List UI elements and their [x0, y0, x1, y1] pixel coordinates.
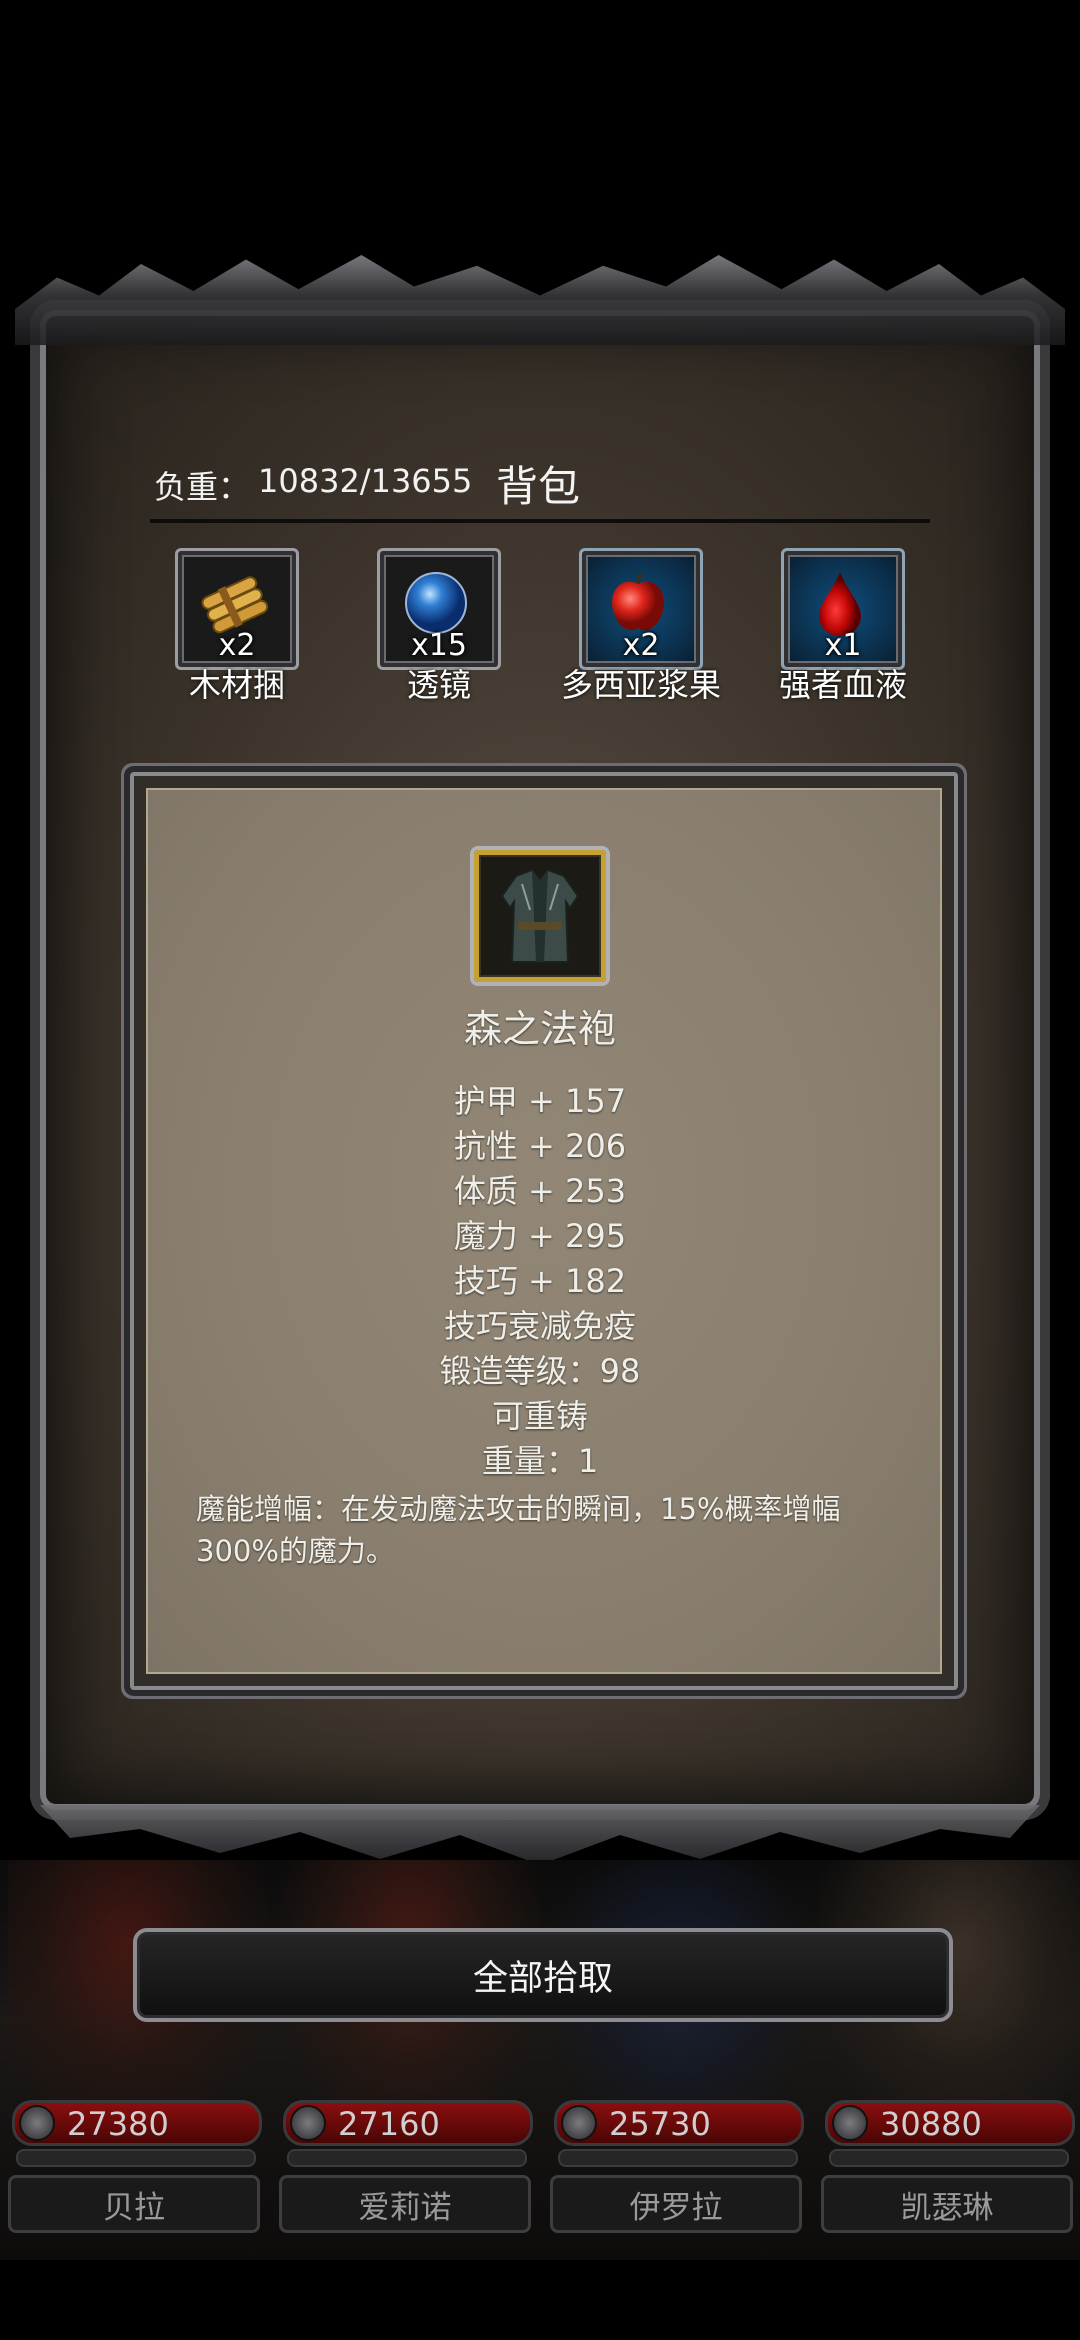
tooltip-item-name: 森之法袍 — [463, 1007, 616, 1051]
frame-ornament-bottom — [40, 1805, 1040, 1865]
hp-bar-bella: 27380 — [12, 2100, 262, 2146]
stat-skill: 技巧 + 182 — [453, 1262, 627, 1300]
item-count: x15 — [411, 628, 467, 663]
hp-bar-catherine: 30880 — [825, 2100, 1075, 2146]
stat-weight: 重量：1 — [481, 1442, 599, 1480]
item-effect-description: 魔能增幅：在发动魔法攻击的瞬间，15%概率增幅300%的魔力。 — [196, 1492, 841, 1568]
item-name: 强者血液 — [778, 666, 907, 704]
party-member-name: 伊罗拉 — [629, 2189, 723, 2226]
hp-orb-icon — [832, 2105, 868, 2141]
inventory-header: 负重： 10832/13655 背包 — [150, 450, 930, 511]
item-slot-berry[interactable]: x2 多西亚浆果 — [561, 548, 721, 704]
item-count: x1 — [824, 628, 862, 663]
hp-value: 25730 — [609, 2105, 711, 2143]
load-value: 10832/13655 — [258, 462, 473, 500]
party-member-eleanor[interactable]: 爱莉诺 — [279, 2175, 531, 2233]
item-count: x2 — [622, 628, 660, 663]
load-label: 负重： — [154, 468, 251, 506]
hp-orb-icon — [19, 2105, 55, 2141]
stat-armor: 护甲 + 157 — [453, 1082, 627, 1120]
stat-forge-level: 锻造等级：98 — [439, 1352, 641, 1390]
stat-resistance: 抗性 + 206 — [453, 1127, 627, 1165]
hp-orb-icon — [290, 2105, 326, 2141]
item-count: x2 — [218, 628, 256, 663]
tooltip-item-icon — [470, 846, 610, 986]
party-member-name: 爱莉诺 — [358, 2189, 452, 2226]
party-member-name: 贝拉 — [103, 2189, 165, 2226]
item-slot-blood[interactable]: x1 强者血液 — [779, 548, 907, 704]
mana-bar — [829, 2149, 1069, 2167]
party-member-name: 凯瑟琳 — [900, 2189, 994, 2226]
party-member-irola[interactable]: 伊罗拉 — [550, 2175, 802, 2233]
item-slot-wood[interactable]: x2 木材捆 — [175, 548, 299, 704]
hp-bar-eleanor: 27160 — [283, 2100, 533, 2146]
party-member-catherine[interactable]: 凯瑟琳 — [821, 2175, 1073, 2233]
hp-value: 27380 — [67, 2105, 169, 2143]
pickup-all-label: 全部拾取 — [472, 1958, 613, 1999]
frame-ornament-top — [15, 255, 1065, 345]
stat-skill-immunity: 技巧衰减免疫 — [443, 1307, 636, 1345]
stat-magic: 魔力 + 295 — [453, 1217, 627, 1255]
pickup-all-button[interactable]: 全部拾取 — [133, 1928, 953, 2022]
hp-value: 27160 — [338, 2105, 440, 2143]
stat-reforgeable: 可重铸 — [491, 1397, 588, 1435]
mana-bar — [287, 2149, 527, 2167]
hp-value: 30880 — [880, 2105, 982, 2143]
page-title: 背包 — [496, 462, 581, 511]
robe-icon — [500, 868, 580, 963]
item-slot-lens[interactable]: x15 透镜 — [377, 548, 501, 704]
hp-orb-icon — [561, 2105, 597, 2141]
mana-bar — [558, 2149, 798, 2167]
mana-bar — [16, 2149, 256, 2167]
party-member-bella[interactable]: 贝拉 — [8, 2175, 260, 2233]
header-divider — [150, 519, 930, 523]
hp-bar-irola: 25730 — [554, 2100, 804, 2146]
stat-constitution: 体质 + 253 — [453, 1172, 627, 1210]
